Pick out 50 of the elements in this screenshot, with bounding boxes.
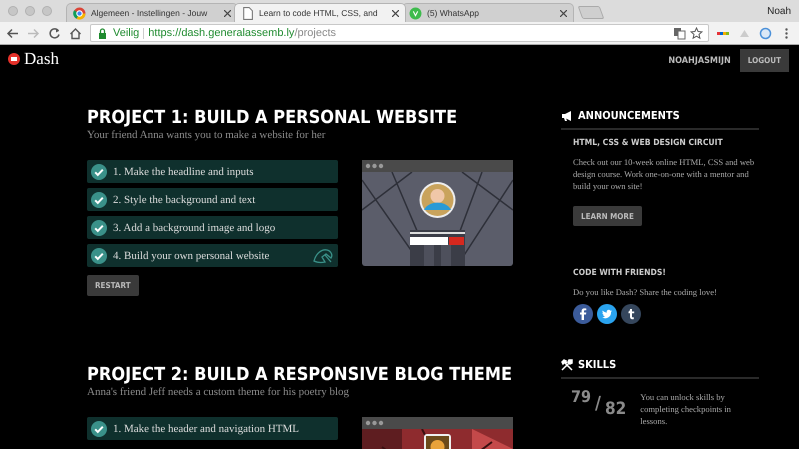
announcement-text: Check out our 10-week online HTML, CSS and web design course. Work one-on-one with a mentor and build your own site! (573, 156, 756, 192)
step-item[interactable]: 2. Style the background and text (87, 188, 338, 211)
step-item[interactable]: 3. Add a background image and logo (87, 216, 338, 239)
back-icon[interactable] (6, 26, 19, 40)
project-title: PROJECT 1: BUILD A PERSONAL WEBSITE (87, 107, 458, 129)
chrome-icon (73, 6, 86, 20)
tools-icon (561, 358, 573, 370)
browser-tab[interactable]: Learn to code HTML, CSS, and (234, 3, 406, 22)
learn-more-button[interactable]: LEARN MORE (573, 206, 642, 226)
section-title: CODE WITH FRIENDS! (573, 268, 667, 278)
star-icon[interactable] (690, 26, 703, 40)
page-icon (241, 6, 254, 20)
section-heading: SKILLS (578, 358, 616, 371)
megaphone-icon (561, 110, 573, 122)
home-icon[interactable] (69, 26, 82, 40)
close-icon[interactable] (224, 10, 231, 16)
skills-total: 82 (604, 399, 626, 419)
project-subtitle: Your friend Anna wants you to make a website for her (87, 129, 326, 142)
browser-tab[interactable]: Algemeen - Instellingen - Jouw (66, 3, 238, 22)
translate-icon[interactable] (673, 26, 686, 40)
twitter-icon[interactable] (597, 304, 617, 324)
step-item[interactable]: 1. Make the header and navigation HTML (87, 417, 338, 440)
security-label: Veilig (113, 27, 140, 39)
username-link[interactable]: NOAHJASMIJN (668, 56, 731, 66)
slash-separator: / (595, 393, 601, 414)
project-title: PROJECT 2: BUILD A RESPONSIVE BLOG THEME (87, 364, 514, 386)
step-item[interactable]: 1. Make the headline and inputs (87, 160, 338, 183)
close-icon[interactable] (392, 10, 399, 16)
facebook-icon[interactable] (573, 304, 593, 324)
skills-earned: 79 (571, 387, 592, 406)
restart-button[interactable]: RESTART (87, 275, 139, 296)
reload-icon[interactable] (48, 26, 61, 40)
lock-icon (96, 26, 109, 40)
whatsapp-icon (409, 6, 422, 20)
logo-text[interactable]: Dash (24, 49, 59, 69)
browser-tab[interactable]: (5) WhatsApp (402, 3, 574, 22)
step-item[interactable]: 4. Build your own personal website (87, 244, 338, 267)
profile-name[interactable]: Noah (767, 6, 791, 16)
close-icon[interactable] (560, 10, 567, 16)
tumblr-icon[interactable] (621, 304, 641, 324)
share-text: Do you like Dash? Share the coding love! (573, 286, 718, 298)
logo-icon[interactable] (8, 53, 20, 65)
logout-button[interactable]: LOGOUT (740, 49, 789, 72)
url-text: https://dash.generalassemb.ly/projects (148, 27, 336, 39)
project-subtitle: Anna's friend Jeff needs a custom theme for his poetry blog (87, 386, 350, 399)
announcement-title: HTML, CSS & WEB DESIGN CIRCUIT (573, 138, 724, 148)
section-heading: ANNOUNCEMENTS (578, 109, 680, 122)
extension-icon[interactable] (759, 26, 772, 40)
address-bar[interactable]: Veilig https://dash.generalassemb.ly/projects (90, 24, 709, 42)
skills-text: You can unlock skills by completing checkpoints in lessons. (640, 391, 732, 427)
